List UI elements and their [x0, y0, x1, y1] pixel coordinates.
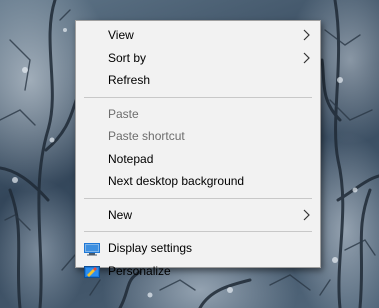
menu-item-paste-shortcut[interactable]: Paste shortcut: [76, 125, 320, 148]
display-icon: [84, 241, 100, 256]
menu-separator: [84, 96, 312, 98]
menu-item-notepad[interactable]: Notepad: [76, 148, 320, 171]
menu-item-label: Paste: [108, 106, 139, 121]
menu-item-label: Next desktop background: [108, 174, 245, 188]
menu-item-refresh[interactable]: Refresh: [76, 69, 320, 92]
personalize-icon: [84, 264, 100, 278]
menu-item-new[interactable]: New: [76, 204, 320, 227]
menu-item-personalize[interactable]: Personalize: [76, 260, 320, 283]
menu-item-label: Paste shortcut: [108, 129, 185, 143]
menu-item-label: New: [108, 207, 133, 222]
menu-item-label: Notepad: [108, 151, 154, 166]
desktop-context-menu: View Sort by Refresh Paste Paste shortcu…: [75, 20, 321, 278]
menu-item-label: View: [108, 28, 134, 42]
chevron-right-icon: [303, 24, 310, 47]
menu-item-paste[interactable]: Paste: [76, 103, 320, 126]
menu-item-view[interactable]: View: [76, 24, 320, 47]
menu-item-next-desktop-background[interactable]: Next desktop background: [76, 170, 320, 193]
menu-item-label: Display settings: [108, 241, 193, 255]
menu-item-display-settings[interactable]: Display settings: [76, 237, 320, 260]
menu-item-label: Refresh: [108, 73, 151, 87]
menu-item-label: Personalize: [108, 263, 171, 278]
chevron-right-icon: [303, 204, 310, 227]
menu-separator: [84, 231, 312, 232]
chevron-right-icon: [303, 47, 310, 70]
menu-separator: [84, 197, 312, 199]
menu-item-label: Sort by: [108, 50, 147, 65]
menu-item-sort-by[interactable]: Sort by: [76, 47, 320, 70]
